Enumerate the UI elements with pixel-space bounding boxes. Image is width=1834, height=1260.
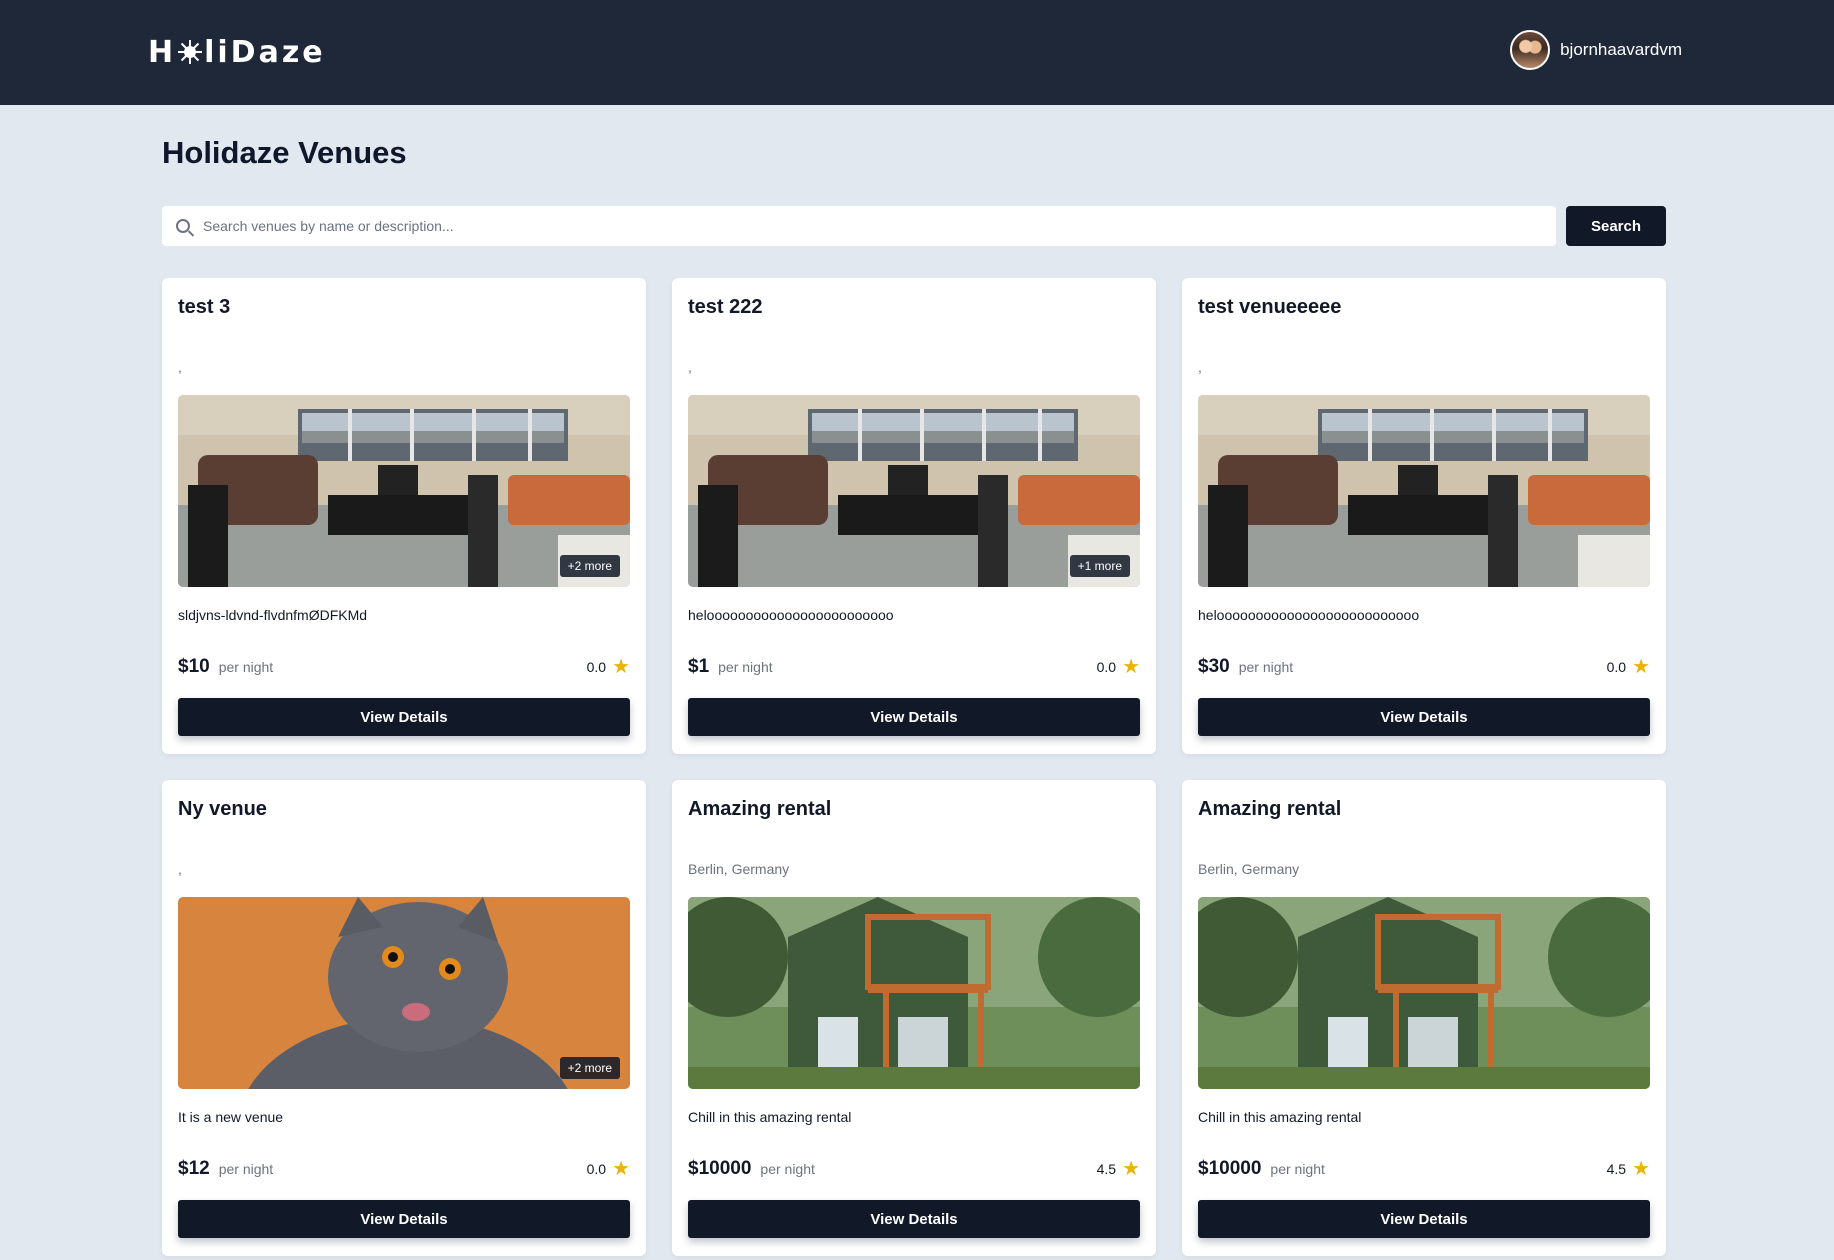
room-photo[interactable]: [1198, 395, 1650, 587]
holidaze-logo[interactable]: H liDaze: [148, 32, 326, 72]
rating-value: 0.0: [1606, 659, 1627, 675]
venue-price: $10: [178, 656, 210, 677]
user-menu[interactable]: bjornhaavardvm: [1510, 30, 1682, 70]
venue-card[interactable]: Amazing rental Berlin, Germany Chill in …: [1182, 780, 1666, 1256]
venue-location: ,: [688, 359, 692, 375]
venue-description: heloooooooooooooooooooooooo: [688, 607, 894, 623]
search-field[interactable]: [162, 206, 1556, 246]
search-bar: Search: [162, 206, 1666, 246]
room-photo[interactable]: +2 more: [178, 395, 630, 587]
view-details-button[interactable]: View Details: [688, 698, 1140, 736]
cat-photo[interactable]: +2 more: [178, 897, 630, 1089]
venue-price: $10000: [1198, 1158, 1262, 1179]
venue-description: It is a new venue: [178, 1109, 284, 1125]
view-details-button[interactable]: View Details: [1198, 698, 1650, 736]
house-photo[interactable]: [1198, 897, 1650, 1089]
search-icon: [176, 219, 190, 233]
rating-value: 4.5: [1096, 1161, 1117, 1177]
per-night-label: per night: [218, 1161, 274, 1177]
per-night-label: per night: [1238, 659, 1294, 675]
venue-description: Chill in this amazing rental: [688, 1109, 852, 1125]
price-row: $10 per night 0.0 ★: [178, 656, 630, 678]
per-night-label: per night: [218, 659, 274, 675]
venue-location: Berlin, Germany: [688, 861, 790, 877]
view-details-button[interactable]: View Details: [178, 698, 630, 736]
venue-price: $10000: [688, 1158, 752, 1179]
venue-description: Chill in this amazing rental: [1198, 1109, 1362, 1125]
more-images-badge: +2 more: [559, 555, 620, 577]
venue-location: ,: [1198, 359, 1202, 375]
venue-location: ,: [178, 359, 182, 375]
username[interactable]: bjornhaavardvm: [1560, 40, 1682, 60]
per-night-label: per night: [1270, 1161, 1325, 1177]
price-row: $10000 per night 4.5 ★: [1198, 1158, 1650, 1180]
venue-card[interactable]: Ny venue , +2 more It is a new venue $12…: [162, 780, 646, 1256]
venue-description: heloooooooooooooooooooooooooo: [1198, 607, 1420, 623]
more-images-badge: +1 more: [1069, 555, 1130, 577]
venue-description: sldjvns-ldvnd-flvdnfmØDFKMd: [178, 607, 368, 623]
venue-location: ,: [178, 861, 182, 877]
venue-rating: 0.0 ★: [587, 1159, 630, 1179]
venue-name[interactable]: Amazing rental: [688, 798, 831, 821]
price-row: $12 per night 0.0 ★: [178, 1158, 630, 1180]
rating-value: 0.0: [1096, 659, 1117, 675]
logo-text-left: H: [148, 34, 177, 70]
view-details-button[interactable]: View Details: [178, 1200, 630, 1238]
per-night-label: per night: [760, 1161, 815, 1177]
venue-card[interactable]: test 222 , +1 more heloooooooooooooooooo…: [672, 278, 1156, 754]
avatar[interactable]: [1510, 30, 1551, 70]
top-navbar: H liDaze bjornhaavardvm: [0, 0, 1834, 105]
venue-rating: 4.5 ★: [1097, 1159, 1140, 1179]
sun-icon: [178, 40, 203, 64]
venue-price: $12: [178, 1158, 210, 1179]
logo-text-right: liDaze: [204, 34, 326, 70]
view-details-button[interactable]: View Details: [1198, 1200, 1650, 1238]
star-icon: ★: [1122, 1158, 1140, 1180]
venue-rating: 4.5 ★: [1607, 1159, 1650, 1179]
venue-price: $1: [688, 656, 710, 677]
star-icon: ★: [1632, 1158, 1650, 1180]
venue-card[interactable]: Amazing rental Berlin, Germany Chill in …: [672, 780, 1156, 1256]
venue-name[interactable]: test 222: [688, 296, 763, 319]
star-icon: ★: [612, 1158, 630, 1180]
page-title: Holidaze Venues: [162, 135, 407, 170]
more-images-badge: +2 more: [559, 1057, 620, 1079]
rating-value: 0.0: [586, 1161, 607, 1177]
star-icon: ★: [1122, 656, 1140, 678]
rating-value: 0.0: [586, 659, 607, 675]
venue-name[interactable]: Amazing rental: [1198, 798, 1341, 821]
house-photo[interactable]: [688, 897, 1140, 1089]
venue-rating: 0.0 ★: [587, 657, 630, 677]
venue-rating: 0.0 ★: [1097, 657, 1140, 677]
venue-name[interactable]: Ny venue: [178, 798, 267, 821]
search-button[interactable]: Search: [1566, 206, 1666, 246]
room-photo[interactable]: +1 more: [688, 395, 1140, 587]
star-icon: ★: [612, 656, 630, 678]
star-icon: ★: [1632, 656, 1650, 678]
price-row: $1 per night 0.0 ★: [688, 656, 1140, 678]
venue-rating: 0.0 ★: [1607, 657, 1650, 677]
venue-name[interactable]: test venueeeee: [1198, 296, 1341, 319]
price-row: $30 per night 0.0 ★: [1198, 656, 1650, 678]
venue-card[interactable]: test 3 , +2 more sldjvns-ldvnd-flvdnfmØD…: [162, 278, 646, 754]
venue-location: Berlin, Germany: [1198, 861, 1300, 877]
per-night-label: per night: [718, 659, 773, 675]
price-row: $10000 per night 4.5 ★: [688, 1158, 1140, 1180]
venue-name[interactable]: test 3: [178, 296, 230, 319]
rating-value: 4.5: [1606, 1161, 1627, 1177]
venue-card[interactable]: test venueeeee , heloooooooooooooooooooo…: [1182, 278, 1666, 754]
venue-price: $30: [1198, 656, 1230, 677]
view-details-button[interactable]: View Details: [688, 1200, 1140, 1238]
search-input[interactable]: [201, 217, 1505, 235]
